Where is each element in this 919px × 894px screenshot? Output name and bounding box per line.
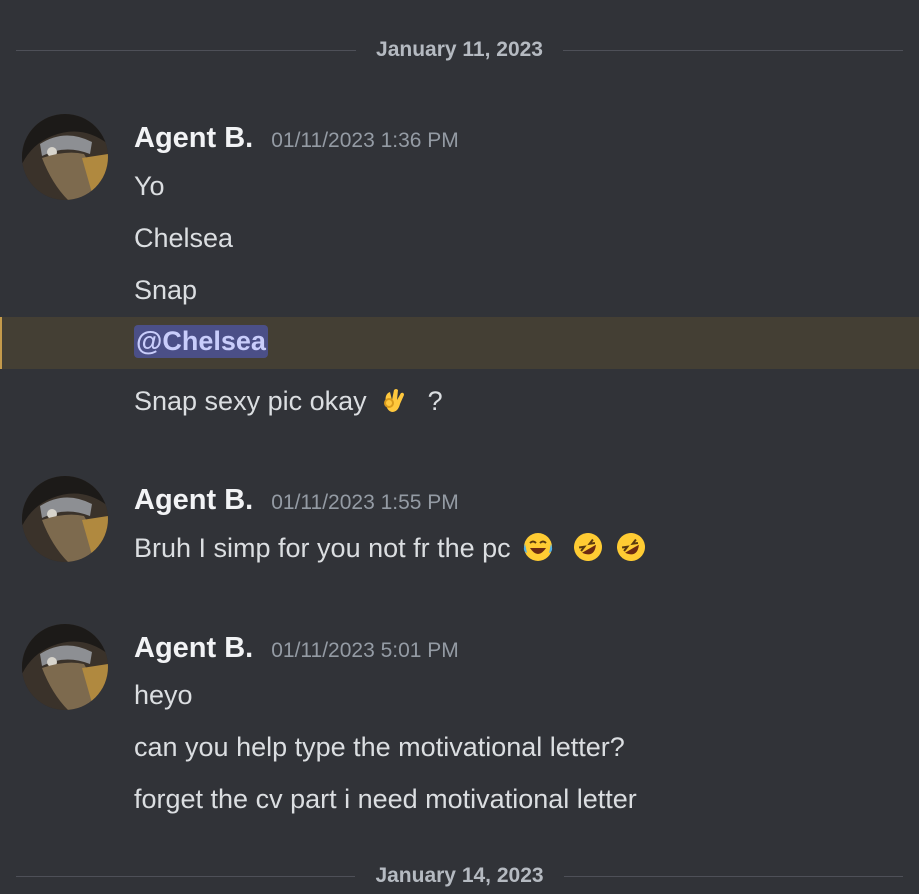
rolling-on-the-floor-laughing-icon (572, 531, 604, 570)
username[interactable]: Agent B. (134, 632, 253, 665)
username[interactable]: Agent B. (134, 122, 253, 155)
face-with-tears-of-joy-icon (522, 531, 554, 570)
rolling-on-the-floor-laughing-icon (615, 531, 647, 570)
divider-date: January 14, 2023 (375, 864, 544, 887)
message-header: Agent B. 01/11/2023 1:55 PM (134, 484, 459, 517)
avatar[interactable] (22, 476, 108, 562)
divider-line (562, 49, 903, 51)
message-text: Bruh I simp for you not fr the pc (134, 533, 511, 563)
username[interactable]: Agent B. (134, 484, 253, 517)
message-text: forget the cv part i need motivational l… (134, 784, 637, 814)
message-header: Agent B. 01/11/2023 5:01 PM (134, 632, 459, 665)
divider-line (16, 875, 356, 877)
ok-hand-icon (378, 384, 410, 423)
message-text: Yo (134, 171, 165, 201)
timestamp[interactable]: 01/11/2023 5:01 PM (271, 639, 459, 663)
mention-highlight-row: @Chelsea (0, 317, 919, 369)
date-divider: January 11, 2023 (16, 38, 903, 62)
date-divider: January 14, 2023 (16, 864, 903, 888)
message-text: Snap (134, 275, 198, 305)
divider-date: January 11, 2023 (376, 38, 543, 61)
message-text: Chelsea (134, 223, 234, 253)
timestamp[interactable]: 01/11/2023 1:36 PM (271, 129, 459, 153)
message-text: heyo (134, 680, 193, 710)
divider-line (16, 49, 357, 51)
message-text: Snap sexy pic okay (134, 386, 367, 416)
user-mention[interactable]: @Chelsea (134, 325, 268, 358)
message-text: can you help type the motivational lette… (134, 732, 625, 762)
message-line-with-emoji: Bruh I simp for you not fr the pc (134, 531, 647, 570)
avatar[interactable] (22, 114, 108, 200)
message-text: ? (427, 386, 443, 416)
avatar[interactable] (22, 624, 108, 710)
timestamp[interactable]: 01/11/2023 1:55 PM (271, 491, 459, 515)
message-line-with-emoji: Snap sexy pic okay ? (134, 384, 443, 423)
message-header: Agent B. 01/11/2023 1:36 PM (134, 122, 459, 155)
divider-line (563, 875, 903, 877)
